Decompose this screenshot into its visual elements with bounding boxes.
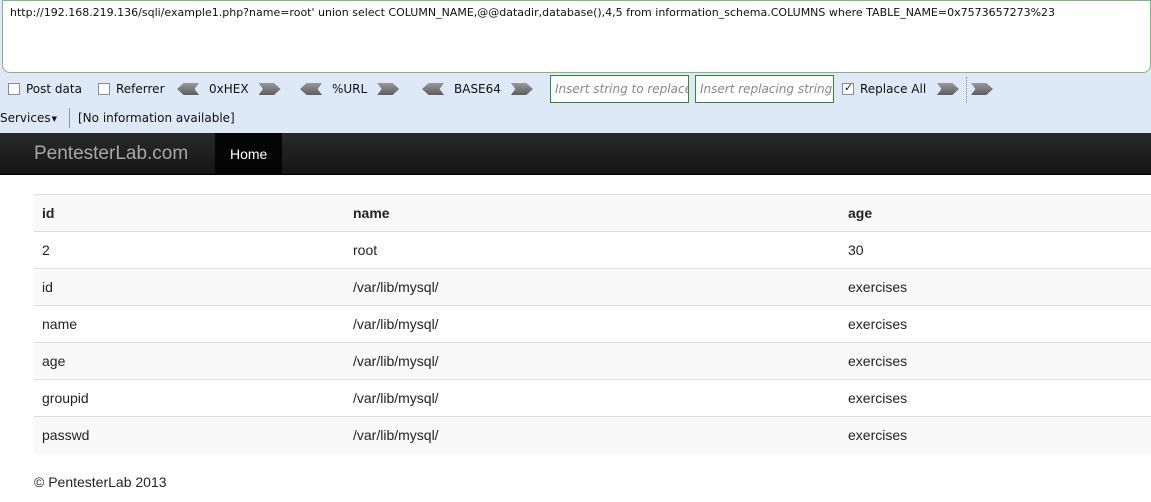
table-row: 2 root 30	[34, 231, 1151, 269]
replace-arrow-icon[interactable]	[937, 83, 959, 95]
column-header-id: id	[34, 194, 345, 232]
hex-control: 0xHEX	[177, 76, 281, 102]
column-header-name: name	[345, 194, 840, 232]
base64-decode-arrow-icon[interactable]	[422, 83, 444, 95]
url-decode-arrow-icon[interactable]	[300, 83, 322, 95]
hackbar: http://192.168.219.136/sqli/example1.php…	[0, 0, 1151, 133]
table-row: id /var/lib/mysql/ exercises	[34, 268, 1151, 306]
cell-id: age	[34, 342, 345, 380]
post-data-checkbox[interactable]	[8, 83, 20, 95]
base64-encode-arrow-icon[interactable]	[510, 83, 533, 95]
cell-id: id	[34, 268, 345, 306]
base64-label: BASE64	[454, 82, 501, 96]
replace-string-input[interactable]: Insert string to replace	[550, 75, 689, 103]
post-data-toggle[interactable]: Post data	[8, 76, 82, 102]
services-label: Services	[0, 111, 51, 125]
referrer-toggle[interactable]: Referrer	[98, 76, 165, 102]
brand-link[interactable]: PentesterLab.com	[34, 133, 188, 175]
info-text: [No information available]	[78, 111, 235, 125]
cell-name: /var/lib/mysql/	[345, 342, 840, 380]
services-row: Services▼ [No information available]	[0, 106, 1151, 130]
services-menu[interactable]: Services▼	[0, 111, 57, 125]
footer-copyright: © PentesterLab 2013	[34, 474, 167, 490]
post-data-label: Post data	[26, 82, 82, 96]
table-row: groupid /var/lib/mysql/ exercises	[34, 379, 1151, 417]
cell-age: exercises	[840, 379, 1151, 417]
cell-name: root	[345, 231, 840, 269]
table-row: name /var/lib/mysql/ exercises	[34, 305, 1151, 343]
chevron-down-icon: ▼	[51, 114, 57, 123]
services-divider	[69, 108, 70, 128]
replace-go-control	[937, 76, 959, 102]
cell-age: exercises	[840, 268, 1151, 306]
cell-age: exercises	[840, 305, 1151, 343]
navbar: PentesterLab.com Home	[0, 133, 1151, 175]
cell-age: exercises	[840, 342, 1151, 380]
replacing-string-input[interactable]: Insert replacing string	[695, 75, 834, 103]
hex-label: 0xHEX	[209, 82, 249, 96]
replace-next-control	[971, 76, 993, 102]
table-row: passwd /var/lib/mysql/ exercises	[34, 416, 1151, 454]
url-encode-control: %URL	[300, 76, 400, 102]
url-textarea[interactable]: http://192.168.219.136/sqli/example1.php…	[2, 0, 1151, 73]
cell-age: 30	[840, 231, 1151, 269]
referrer-checkbox[interactable]	[98, 83, 110, 95]
url-label: %URL	[332, 82, 368, 96]
referrer-label: Referrer	[116, 82, 165, 96]
toolbar-separator	[966, 77, 967, 103]
results-container: id name age 2 root 30 id /var/lib/mysql/…	[34, 194, 1151, 454]
cell-id: name	[34, 305, 345, 343]
cell-name: /var/lib/mysql/	[345, 305, 840, 343]
nav-home-link[interactable]: Home	[215, 133, 283, 175]
table-header-row: id name age	[34, 194, 1151, 232]
cell-name: /var/lib/mysql/	[345, 416, 840, 454]
cell-name: /var/lib/mysql/	[345, 268, 840, 306]
cell-id: passwd	[34, 416, 345, 454]
replace-all-toggle[interactable]: Replace All	[842, 76, 926, 102]
hex-decode-arrow-icon[interactable]	[177, 83, 199, 95]
results-table: id name age 2 root 30 id /var/lib/mysql/…	[34, 194, 1151, 454]
cell-id: groupid	[34, 379, 345, 417]
table-row: age /var/lib/mysql/ exercises	[34, 342, 1151, 380]
base64-control: BASE64	[422, 76, 533, 102]
url-encode-arrow-icon[interactable]	[377, 83, 400, 95]
cell-id: 2	[34, 231, 345, 269]
replace-all-checkbox[interactable]	[842, 81, 854, 95]
column-header-age: age	[840, 194, 1151, 232]
replace-next-arrow-icon[interactable]	[971, 83, 993, 95]
cell-age: exercises	[840, 416, 1151, 454]
hex-encode-arrow-icon[interactable]	[258, 83, 281, 95]
cell-name: /var/lib/mysql/	[345, 379, 840, 417]
replace-all-label: Replace All	[860, 82, 927, 96]
